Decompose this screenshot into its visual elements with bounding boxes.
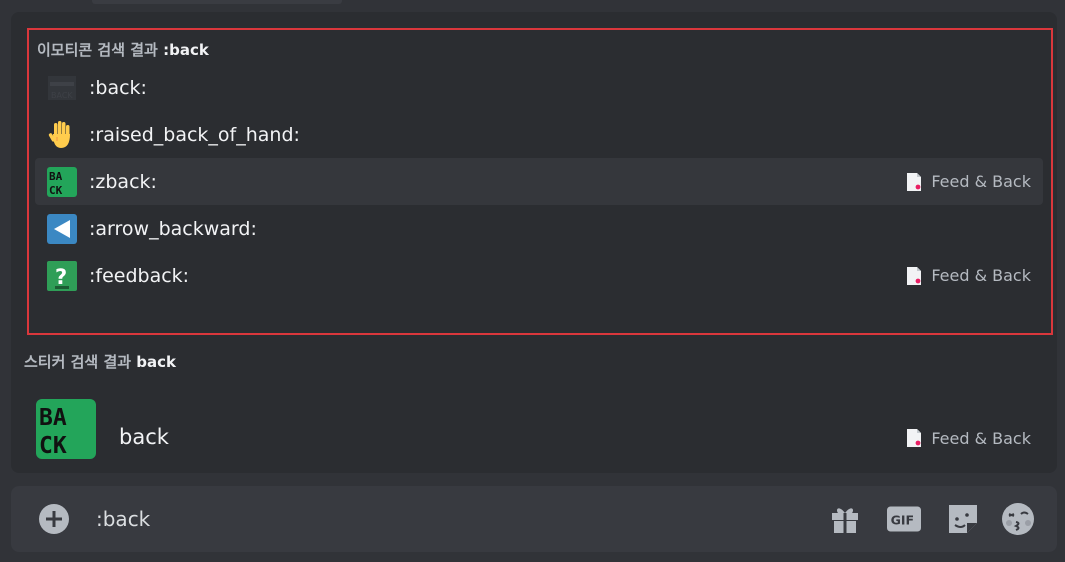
gif-icon: GIF xyxy=(887,506,921,532)
svg-text:BA: BA xyxy=(49,170,63,183)
sticker-results-header-label: 스티커 검색 결과 xyxy=(24,353,132,371)
emoji-name: :back: xyxy=(89,76,147,99)
emoji-result-back[interactable]: BACK :back: xyxy=(35,64,1043,111)
emoji-picker-button[interactable] xyxy=(1001,502,1035,536)
emoji-source-name: Feed & Back xyxy=(931,172,1031,191)
svg-text:?: ? xyxy=(55,265,67,289)
emoji-results-query: :back xyxy=(163,41,209,59)
back-arrow-icon: BACK xyxy=(46,72,78,104)
raised-back-of-hand-icon xyxy=(46,119,78,151)
emoji-result-arrow-backward[interactable]: :arrow_backward: xyxy=(35,205,1043,252)
gift-button[interactable] xyxy=(828,502,862,536)
sticker-name: back xyxy=(119,425,169,449)
emoji-result-raised-back-of-hand[interactable]: :raised_back_of_hand: xyxy=(35,111,1043,158)
sticker-source: Feed & Back xyxy=(905,428,1031,448)
emoji-result-zback[interactable]: BA CK :zback: Feed & Back xyxy=(35,158,1043,205)
emoji-icon xyxy=(1002,503,1034,535)
emoji-name: :raised_back_of_hand: xyxy=(89,123,300,146)
svg-text:BACK: BACK xyxy=(51,91,73,100)
emoji-source-name: Feed & Back xyxy=(931,266,1031,285)
server-icon xyxy=(907,266,922,285)
emoji-result-feedback[interactable]: ? :feedback: Feed & Back xyxy=(35,252,1043,299)
back-sticker: BA CK xyxy=(35,398,97,464)
sticker-icon xyxy=(949,505,977,533)
zback-icon: BA CK xyxy=(46,166,78,198)
arrow-backward-icon xyxy=(46,213,78,245)
sticker-results-header: 스티커 검색 결과 back xyxy=(24,351,176,372)
message-composer: :back GIF xyxy=(11,486,1057,552)
sticker-button[interactable] xyxy=(946,502,980,536)
gif-button[interactable]: GIF xyxy=(887,502,921,536)
gift-icon xyxy=(832,508,858,533)
svg-text:CK: CK xyxy=(49,184,63,197)
server-icon xyxy=(907,172,922,191)
emoji-results-header: 이모티콘 검색 결과 :back xyxy=(37,39,209,60)
emoji-name: :zback: xyxy=(89,170,157,193)
svg-text:BA: BA xyxy=(39,405,67,431)
gif-label: GIF xyxy=(891,512,914,527)
server-icon xyxy=(907,429,922,447)
message-input[interactable]: :back xyxy=(96,507,150,531)
sticker-result-back[interactable]: BA CK back Feed & Back xyxy=(35,398,1043,478)
emoji-name: :feedback: xyxy=(89,264,190,287)
svg-text:CK: CK xyxy=(39,433,67,459)
sticker-results-query: back xyxy=(136,353,177,371)
emoji-results-header-label: 이모티콘 검색 결과 xyxy=(37,41,158,59)
add-attachment-button[interactable] xyxy=(38,503,70,535)
sticker-source-name: Feed & Back xyxy=(931,428,1031,448)
emoji-name: :arrow_backward: xyxy=(89,217,257,240)
plus-circle-icon xyxy=(39,504,69,534)
emoji-source: Feed & Back xyxy=(905,172,1031,192)
top-divider xyxy=(92,0,342,4)
emoji-source: Feed & Back xyxy=(905,266,1031,286)
feedback-icon: ? xyxy=(46,260,78,292)
autocomplete-panel: 이모티콘 검색 결과 :back BACK :back::raised_bac… xyxy=(11,12,1057,473)
